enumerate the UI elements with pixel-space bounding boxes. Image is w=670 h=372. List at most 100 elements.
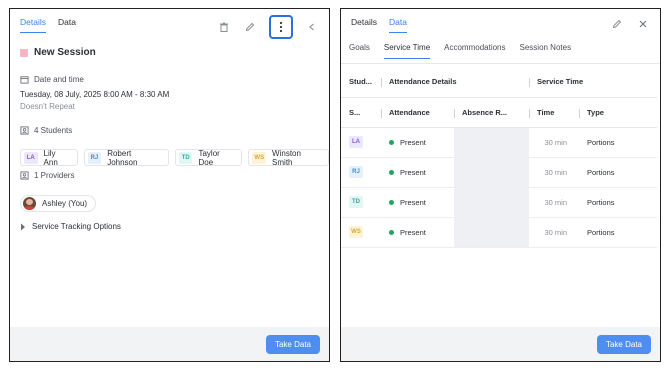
student-chip-rj[interactable]: RJ Robert Johnson: [83, 148, 169, 167]
student-initials: LA: [24, 151, 38, 164]
service-tracking-toggle[interactable]: Service Tracking Options: [20, 222, 121, 231]
datetime-header: Date and time: [20, 75, 84, 84]
session-details-panel: Details Data New Session Date and time T…: [9, 8, 330, 362]
column-header-attendance[interactable]: Attendance: [381, 97, 454, 128]
student-cell: RJ: [341, 157, 381, 188]
subtab-divider: [341, 63, 660, 64]
subtab-session-notes[interactable]: Session Notes: [520, 43, 572, 59]
students-header-label: 4 Students: [34, 126, 73, 135]
student-name: Lily Ann: [43, 148, 58, 167]
column-header-time[interactable]: Time: [529, 97, 579, 128]
students-icon: [20, 126, 29, 135]
edit-icon[interactable]: [243, 20, 257, 34]
student-cell: WS: [341, 217, 381, 248]
attendance-cell[interactable]: Present: [381, 157, 454, 188]
tab-data[interactable]: Data: [58, 17, 76, 33]
subtab-service-time[interactable]: Service Time: [383, 43, 431, 59]
tab-details[interactable]: Details: [351, 17, 377, 33]
service-tracking-label: Service Tracking Options: [32, 222, 121, 231]
time-cell[interactable]: 30 min: [529, 157, 579, 188]
student-chip-td[interactable]: TD Taylor Doe: [174, 148, 243, 167]
student-name: Robert Johnson: [107, 148, 138, 167]
collapse-icon[interactable]: [305, 20, 319, 34]
group-header-attendance-details[interactable]: Attendance Details: [381, 67, 529, 98]
student-initials: TD: [349, 196, 363, 208]
toolbar: [217, 15, 319, 39]
avatar: [23, 197, 36, 210]
student-cell: TD: [341, 187, 381, 218]
providers-header: 1 Providers: [20, 171, 74, 180]
present-dot: [389, 230, 394, 236]
attendance-cell[interactable]: Present: [381, 217, 454, 248]
group-header-service-time[interactable]: Service Time: [529, 67, 657, 98]
take-data-button[interactable]: Take Data: [265, 335, 320, 354]
providers-header-label: 1 Providers: [34, 171, 75, 180]
absence-cell[interactable]: [454, 187, 529, 218]
calendar-icon: [20, 76, 29, 84]
time-cell[interactable]: 30 min: [529, 127, 579, 158]
group-header-row: Stud... Attendance Details Service Time: [341, 67, 657, 98]
column-header-row: S... Attendance Absence R... Time Type: [341, 97, 657, 128]
type-cell[interactable]: Portions: [579, 127, 657, 158]
session-title-row: New Session: [20, 47, 96, 58]
student-initials: RJ: [87, 151, 102, 164]
service-time-table: Stud... Attendance Details Service Time …: [341, 67, 657, 248]
session-title: New Session: [34, 47, 96, 58]
attendance-cell[interactable]: Present: [381, 127, 454, 158]
subtab-accommodations[interactable]: Accommodations: [444, 43, 505, 59]
student-chips: LA Lily Ann RJ Robert Johnson TD Taylor …: [20, 148, 329, 167]
tab-details[interactable]: Details: [20, 17, 46, 33]
present-dot: [389, 140, 394, 146]
repeat-label: Doesn't Repeat: [20, 102, 75, 111]
data-subtabs: Goals Service Time Accommodations Sessio…: [349, 43, 571, 59]
subtab-goals[interactable]: Goals: [349, 43, 370, 59]
student-initials: TD: [178, 151, 193, 164]
panel-tabs: Details Data: [351, 17, 407, 33]
column-header-student[interactable]: S...: [341, 97, 381, 128]
column-header-type[interactable]: Type: [579, 97, 657, 128]
student-chip-ws[interactable]: WS Winston Smith: [248, 149, 329, 167]
absence-cell[interactable]: [454, 157, 529, 188]
close-icon[interactable]: [636, 17, 650, 31]
panel-footer: Take Data: [10, 327, 329, 361]
table-row: TD Present 30 min Portions: [341, 187, 657, 218]
student-initials: WS: [349, 226, 363, 238]
type-cell[interactable]: Portions: [579, 187, 657, 218]
more-vertical-icon: [279, 21, 283, 33]
tab-data[interactable]: Data: [388, 17, 407, 33]
table-row: WS Present 30 min Portions: [341, 217, 657, 248]
present-dot: [389, 170, 394, 176]
student-initials: RJ: [349, 166, 363, 178]
chevron-right-icon: [21, 223, 25, 230]
group-header-students[interactable]: Stud...: [341, 67, 381, 98]
take-data-button[interactable]: Take Data: [596, 335, 651, 354]
panel-footer: Take Data: [341, 327, 660, 361]
providers-icon: [20, 171, 29, 180]
absence-cell[interactable]: [454, 217, 529, 248]
student-cell: LA: [341, 127, 381, 158]
type-cell[interactable]: Portions: [579, 157, 657, 188]
more-options-button[interactable]: [269, 15, 293, 39]
edit-icon[interactable]: [610, 17, 624, 31]
student-chip-la[interactable]: LA Lily Ann: [20, 148, 78, 167]
trash-icon[interactable]: [217, 20, 231, 34]
attendance-cell[interactable]: Present: [381, 187, 454, 218]
absence-cell[interactable]: [454, 127, 529, 158]
session-data-panel: Details Data Goals Service Time Accommod…: [340, 8, 661, 362]
column-header-absence[interactable]: Absence R...: [454, 97, 529, 128]
panel-tabs: Details Data: [20, 17, 76, 33]
type-cell[interactable]: Portions: [579, 217, 657, 248]
time-cell[interactable]: 30 min: [529, 217, 579, 248]
provider-name: Ashley (You): [42, 199, 88, 208]
provider-chip[interactable]: Ashley (You): [20, 195, 97, 212]
present-dot: [389, 200, 394, 206]
students-header: 4 Students: [20, 126, 72, 135]
session-datetime: Tuesday, 08 July, 2025 8:00 AM - 8:30 AM: [20, 90, 170, 99]
student-initials: LA: [349, 136, 363, 148]
session-color-swatch: [20, 48, 28, 57]
table-row: RJ Present 30 min Portions: [341, 157, 657, 188]
table-row: LA Present 30 min Portions: [341, 127, 657, 158]
student-initials: WS: [252, 151, 267, 164]
student-name: Taylor Doe: [198, 148, 220, 167]
time-cell[interactable]: 30 min: [529, 187, 579, 218]
